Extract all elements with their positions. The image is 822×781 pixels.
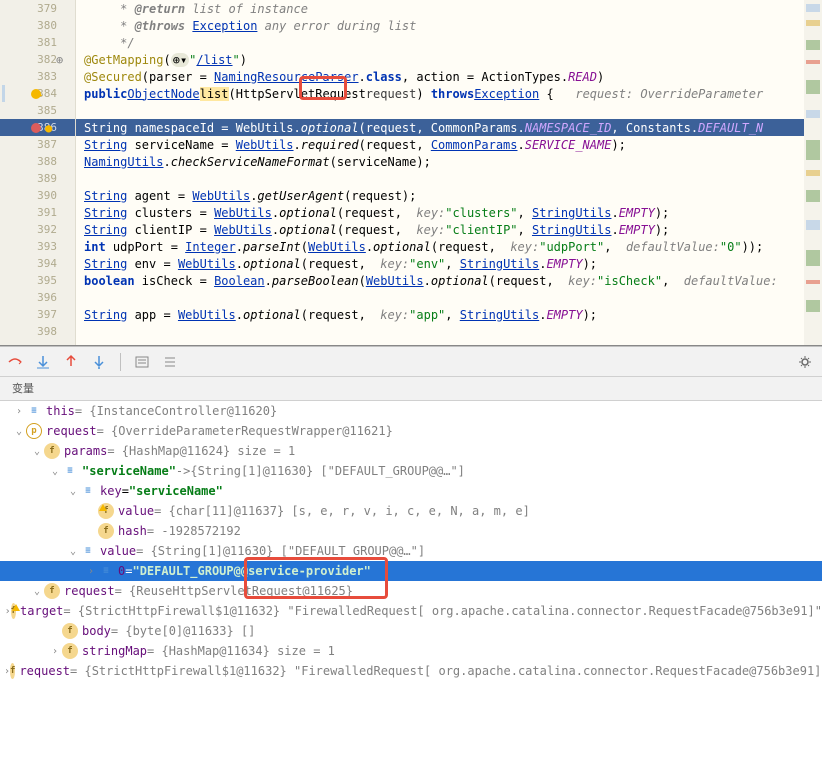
- line-number: 380: [37, 19, 57, 32]
- variable-row[interactable]: ›≡this = {InstanceController@11620}: [0, 401, 822, 421]
- line-number: 379: [37, 2, 57, 15]
- line-number: 382: [37, 53, 57, 66]
- tree-twisty-icon[interactable]: ›: [84, 566, 98, 577]
- line-number: 396: [37, 291, 57, 304]
- tree-twisty-icon[interactable]: ⌄: [48, 466, 62, 477]
- step-into-icon[interactable]: [34, 353, 52, 371]
- variable-row[interactable]: ⌄≡key = "serviceName": [0, 481, 822, 501]
- highlight-box-service-provider: [244, 557, 388, 599]
- line-number: 395: [37, 274, 57, 287]
- entry-icon: ≡: [62, 463, 78, 479]
- tree-twisty-icon[interactable]: ›: [48, 646, 62, 657]
- entry-icon: ≡: [26, 403, 42, 419]
- variables-tab[interactable]: 变量: [4, 376, 42, 400]
- entry-icon: ≡: [80, 483, 96, 499]
- editor-gutter[interactable]: 379 380 381 382⊕ 383 384 385 386● 387 38…: [0, 0, 76, 345]
- tree-twisty-icon[interactable]: ⌄: [30, 586, 44, 597]
- line-number: 383: [37, 70, 57, 83]
- line-number: 381: [37, 36, 57, 49]
- field-icon: f: [98, 503, 114, 519]
- trace-icon[interactable]: [161, 353, 179, 371]
- variable-row[interactable]: fhash = -1928572192: [0, 521, 822, 541]
- line-number: 391: [37, 206, 57, 219]
- line-number: 385: [37, 104, 57, 117]
- line-number: 393: [37, 240, 57, 253]
- line-number: 389: [37, 172, 57, 185]
- tree-twisty-icon[interactable]: ⌄: [30, 446, 44, 457]
- variable-row[interactable]: ⌄≡value = {String[1]@11630} ["DEFAULT_GR…: [0, 541, 822, 561]
- variable-row[interactable]: ⌄fparams = {HashMap@11624} size = 1: [0, 441, 822, 461]
- field-icon: f: [62, 623, 78, 639]
- debug-tabs: 变量: [0, 377, 822, 401]
- line-number: 398: [37, 325, 57, 338]
- field-icon: f: [44, 443, 60, 459]
- line-number: 392: [37, 223, 57, 236]
- highlight-box-list-method: [299, 76, 347, 100]
- breakpoint-icon[interactable]: [31, 123, 41, 133]
- run-to-cursor-icon[interactable]: [90, 353, 108, 371]
- param-icon: p: [26, 423, 42, 439]
- variable-row[interactable]: ›fstringMap = {HashMap@11634} size = 1: [0, 641, 822, 661]
- variable-row[interactable]: ⌄≡"serviceName" -> {String[1]@11630} ["D…: [0, 461, 822, 481]
- variables-panel[interactable]: ›≡this = {InstanceController@11620}⌄preq…: [0, 401, 822, 781]
- tree-twisty-icon[interactable]: ⌄: [12, 426, 26, 437]
- settings-icon[interactable]: [796, 353, 814, 371]
- variable-row[interactable]: ›ftarget = {StrictHttpFirewall$1@11632} …: [0, 601, 822, 621]
- step-out-icon[interactable]: [62, 353, 80, 371]
- line-number: 387: [37, 138, 57, 151]
- variable-row[interactable]: ⌄frequest = {ReuseHttpServletRequest@116…: [0, 581, 822, 601]
- variable-row[interactable]: fvalue = {char[11]@11637} [s, e, r, v, i…: [0, 501, 822, 521]
- line-number: 397: [37, 308, 57, 321]
- field-icon: f: [11, 603, 16, 619]
- evaluate-icon[interactable]: [133, 353, 151, 371]
- field-icon: f: [62, 643, 78, 659]
- editor-minimap[interactable]: [804, 0, 822, 345]
- entry-icon: ≡: [80, 543, 96, 559]
- line-number: 394: [37, 257, 57, 270]
- tree-twisty-icon[interactable]: ›: [12, 406, 26, 417]
- debug-toolbar: [0, 347, 822, 377]
- variable-row[interactable]: ›≡0 = "DEFAULT_GROUP@@service-provider": [0, 561, 822, 581]
- line-number: 388: [37, 155, 57, 168]
- field-icon: f: [98, 523, 114, 539]
- step-over-icon[interactable]: [6, 353, 24, 371]
- tree-twisty-icon[interactable]: ⌄: [66, 546, 80, 557]
- line-number: 390: [37, 189, 57, 202]
- field-icon: f: [44, 583, 60, 599]
- code-content[interactable]: * @return list of instance * @throws Exc…: [76, 0, 822, 345]
- variable-row[interactable]: ⌄prequest = {OverrideParameterRequestWra…: [0, 421, 822, 441]
- variable-row[interactable]: ›frequest = {StrictHttpFirewall$1@11632}…: [0, 661, 822, 681]
- tree-twisty-icon[interactable]: ⌄: [66, 486, 80, 497]
- field-icon: f: [10, 663, 15, 679]
- code-editor[interactable]: 379 380 381 382⊕ 383 384 385 386● 387 38…: [0, 0, 822, 345]
- array-element-icon: ≡: [98, 563, 114, 579]
- variable-row[interactable]: fbody = {byte[0]@11633} []: [0, 621, 822, 641]
